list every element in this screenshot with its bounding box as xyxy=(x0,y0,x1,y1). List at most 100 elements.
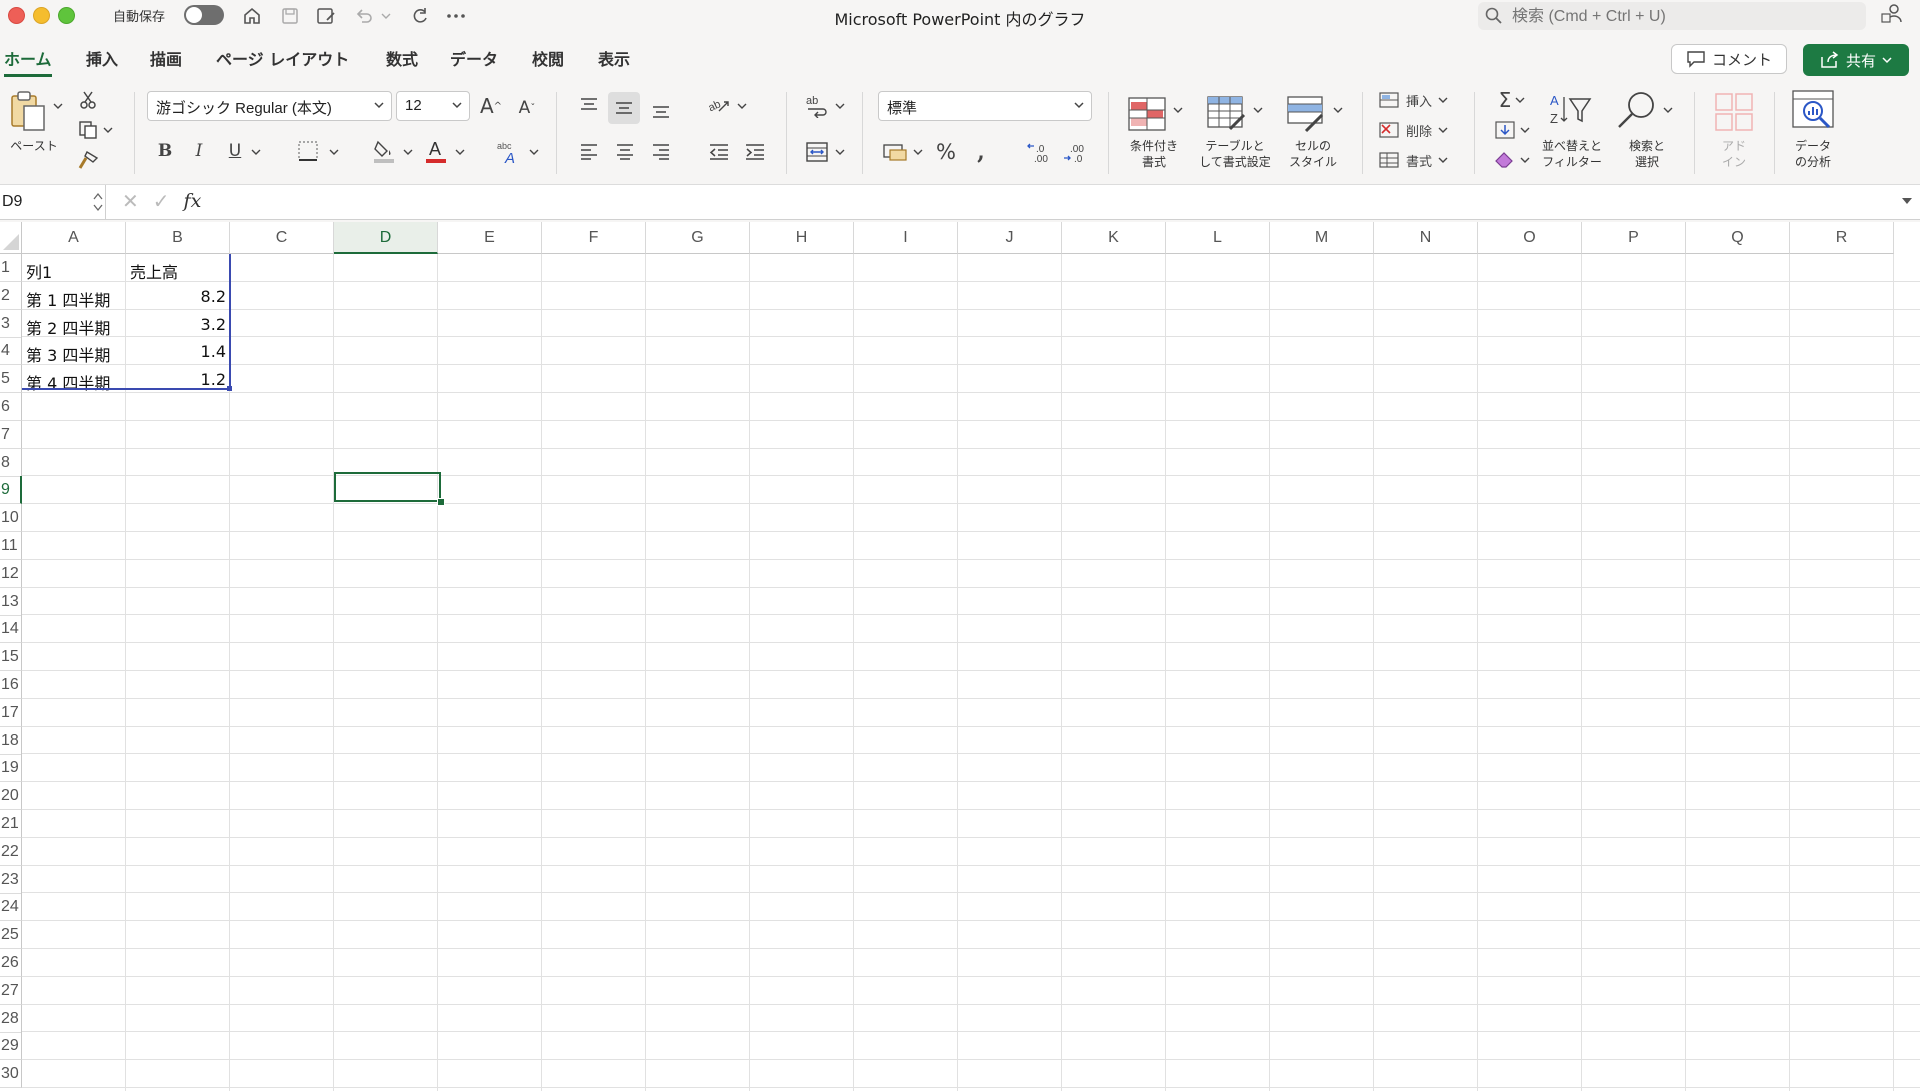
row-header-23[interactable]: 23 xyxy=(0,865,22,894)
column-header-o[interactable]: O xyxy=(1478,222,1582,254)
font-color-dropdown-icon[interactable] xyxy=(454,146,466,158)
conditional-formatting-button[interactable] xyxy=(1124,92,1170,136)
text-orientation-icon[interactable]: ab xyxy=(704,92,734,120)
row-header-8[interactable]: 8 xyxy=(0,448,22,477)
column-header-r[interactable]: R xyxy=(1790,222,1894,254)
align-middle-icon[interactable] xyxy=(608,92,640,124)
underline-icon[interactable]: U xyxy=(222,138,248,164)
cell-a4[interactable]: 第 3 四半期 xyxy=(26,337,126,365)
share-button[interactable]: 共有 xyxy=(1803,44,1909,76)
tab-page-layout[interactable]: ページ レイアウト xyxy=(216,46,349,70)
row-header-20[interactable]: 20 xyxy=(0,782,22,811)
fill-color-icon[interactable] xyxy=(370,136,398,166)
decrease-decimal-icon[interactable]: .00.0 xyxy=(1060,138,1090,166)
wrap-dropdown-icon[interactable] xyxy=(834,100,846,112)
tab-data[interactable]: データ xyxy=(450,46,498,70)
tab-formulas[interactable]: 数式 xyxy=(386,46,418,70)
name-box-stepper-icon[interactable] xyxy=(93,191,103,213)
row-header-19[interactable]: 19 xyxy=(0,754,22,783)
fill-color-dropdown-icon[interactable] xyxy=(402,146,414,158)
column-header-l[interactable]: L xyxy=(1166,222,1270,254)
column-header-c[interactable]: C xyxy=(230,222,334,254)
align-right-icon[interactable] xyxy=(646,138,676,166)
number-format-select[interactable]: 標準 xyxy=(878,91,1092,121)
row-header-4[interactable]: 4 xyxy=(0,337,22,366)
column-header-j[interactable]: J xyxy=(958,222,1062,254)
row-header-26[interactable]: 26 xyxy=(0,949,22,977)
row-header-21[interactable]: 21 xyxy=(0,810,22,838)
align-center-icon[interactable] xyxy=(610,138,640,166)
analyze-data-button[interactable] xyxy=(1790,88,1836,134)
column-header-a[interactable]: A xyxy=(22,222,126,254)
row-header-7[interactable]: 7 xyxy=(0,420,22,449)
increase-decimal-icon[interactable]: .0.00 xyxy=(1024,138,1054,166)
accounting-format-icon[interactable] xyxy=(880,138,910,166)
cancel-icon[interactable]: ✕ xyxy=(122,189,139,213)
phonetic-guide-icon[interactable]: abc A xyxy=(494,138,524,166)
column-header-m[interactable]: M xyxy=(1270,222,1374,254)
increase-font-size-icon[interactable]: A ^ xyxy=(476,92,506,120)
bold-icon[interactable]: B xyxy=(152,138,178,164)
font-color-icon[interactable]: A xyxy=(422,136,450,166)
row-header-3[interactable]: 3 xyxy=(0,309,22,338)
percent-style-icon[interactable]: % xyxy=(932,138,960,166)
column-header-d[interactable]: D xyxy=(334,222,438,254)
decrease-font-size-icon[interactable]: Aˇ xyxy=(512,94,542,122)
row-header-13[interactable]: 13 xyxy=(0,587,22,616)
tab-review[interactable]: 校閲 xyxy=(532,46,564,70)
enter-icon[interactable]: ✓ xyxy=(153,189,170,213)
merge-dropdown-icon[interactable] xyxy=(834,146,846,158)
wrap-text-icon[interactable]: ab xyxy=(802,92,832,120)
tab-home[interactable]: ホーム xyxy=(4,46,52,77)
clear-button[interactable] xyxy=(1490,148,1534,172)
column-header-h[interactable]: H xyxy=(750,222,854,254)
cell-styles-dropdown-icon[interactable] xyxy=(1332,104,1344,116)
italic-icon[interactable]: I xyxy=(186,138,212,164)
cell-b1[interactable]: 売上高 xyxy=(130,254,230,282)
row-header-27[interactable]: 27 xyxy=(0,976,22,1005)
format-cells-button[interactable]: 書式 xyxy=(1378,148,1458,172)
fill-button[interactable] xyxy=(1490,118,1534,142)
align-bottom-icon[interactable] xyxy=(646,96,676,124)
cell-b2[interactable]: 8.2 xyxy=(126,282,230,309)
row-header-15[interactable]: 15 xyxy=(0,643,22,672)
row-header-9[interactable]: 9 xyxy=(0,476,22,505)
find-select-button[interactable] xyxy=(1614,88,1660,134)
orientation-dropdown-icon[interactable] xyxy=(736,100,748,112)
align-top-icon[interactable] xyxy=(574,92,604,120)
row-header-14[interactable]: 14 xyxy=(0,615,22,644)
search-box[interactable] xyxy=(1478,2,1866,30)
name-box[interactable]: D9 xyxy=(0,185,106,219)
paste-dropdown-icon[interactable] xyxy=(52,100,64,112)
worksheet-grid[interactable]: A B C D E F G H I J K L M N O P Q R 1 2 3 4 5 6 7 8 9 10 11 12 13 14 15 1… xyxy=(0,222,1920,1091)
row-header-11[interactable]: 11 xyxy=(0,532,22,560)
column-header-p[interactable]: P xyxy=(1582,222,1686,254)
search-input[interactable] xyxy=(1510,5,1854,29)
row-header-30[interactable]: 30 xyxy=(0,1060,22,1089)
column-header-q[interactable]: Q xyxy=(1686,222,1790,254)
cell-b3[interactable]: 3.2 xyxy=(126,310,230,337)
column-header-b[interactable]: B xyxy=(126,222,230,254)
copy-dropdown-icon[interactable] xyxy=(102,124,114,136)
phonetic-dropdown-icon[interactable] xyxy=(528,146,540,158)
column-header-n[interactable]: N xyxy=(1374,222,1478,254)
merge-center-icon[interactable] xyxy=(802,138,832,166)
underline-dropdown-icon[interactable] xyxy=(250,146,262,158)
cell-styles-button[interactable] xyxy=(1284,92,1330,136)
column-header-f[interactable]: F xyxy=(542,222,646,254)
addins-button[interactable] xyxy=(1712,90,1756,134)
row-header-28[interactable]: 28 xyxy=(0,1004,22,1033)
conditional-dropdown-icon[interactable] xyxy=(1172,104,1184,116)
row-header-6[interactable]: 6 xyxy=(0,393,22,421)
comma-style-icon[interactable]: , xyxy=(968,138,994,166)
row-header-17[interactable]: 17 xyxy=(0,698,22,727)
font-size-select[interactable]: 12 xyxy=(396,91,470,121)
column-header-k[interactable]: K xyxy=(1062,222,1166,254)
find-dropdown-icon[interactable] xyxy=(1662,104,1674,116)
cut-icon[interactable] xyxy=(76,88,100,112)
row-header-18[interactable]: 18 xyxy=(0,726,22,755)
table-resize-handle[interactable] xyxy=(227,386,232,391)
column-header-i[interactable]: I xyxy=(854,222,958,254)
row-header-12[interactable]: 12 xyxy=(0,559,22,588)
row-header-24[interactable]: 24 xyxy=(0,893,22,922)
